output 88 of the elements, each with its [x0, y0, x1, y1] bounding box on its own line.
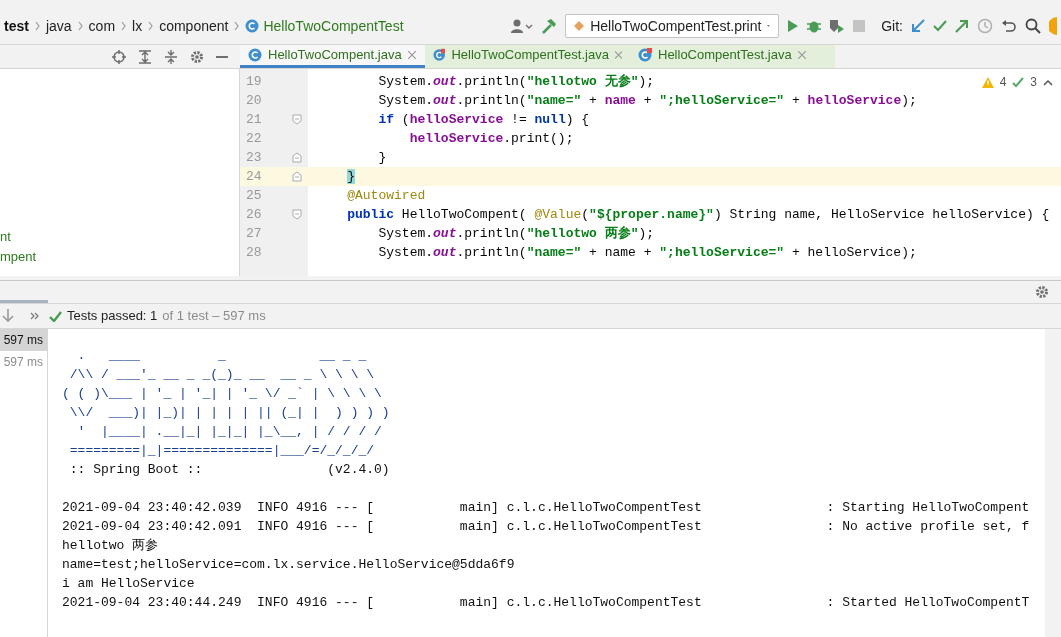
- editor-tab[interactable]: HelloTwoCompent.java: [240, 45, 425, 68]
- close-icon[interactable]: [614, 51, 622, 59]
- fold-icon[interactable]: [292, 152, 302, 163]
- tree-item[interactable]: nt: [0, 227, 239, 247]
- console-line: :: Spring Boot :: (v2.4.0): [68, 461, 391, 479]
- editor-tab[interactable]: HelloCompentTest.java: [630, 45, 835, 68]
- diamond-icon: [574, 21, 585, 31]
- double-chevron-icon[interactable]: [30, 312, 39, 320]
- code-line: @Autowired: [346, 186, 426, 205]
- update-arrow-icon[interactable]: [911, 19, 925, 33]
- chevron-icon: [148, 21, 154, 31]
- coverage-icon[interactable]: [829, 19, 846, 33]
- class-icon: [248, 48, 262, 62]
- line-number: 19: [246, 72, 262, 91]
- line-number: 27: [246, 224, 262, 243]
- line-number: 25: [246, 186, 262, 205]
- breadcrumb-item[interactable]: HelloTwoCompentTest: [263, 15, 404, 37]
- class-icon: [245, 19, 260, 33]
- debug-icon[interactable]: [807, 19, 822, 33]
- passed-check-icon: [49, 310, 62, 322]
- git-label: Git:: [881, 16, 903, 36]
- history-icon[interactable]: [977, 18, 993, 34]
- chevron-icon: [121, 21, 127, 31]
- line-number: 26: [246, 205, 262, 224]
- chevron-icon: [77, 21, 83, 31]
- console-line: i am HelloService: [62, 575, 196, 593]
- code-line: if (helloService != null) {: [377, 110, 590, 129]
- code-line: System.out.println("name=" + name + ";helloService=" + helloService);: [377, 91, 917, 110]
- breadcrumb-item[interactable]: lx: [132, 15, 143, 37]
- fold-icon[interactable]: [292, 209, 302, 220]
- chevron-up-icon[interactable]: [1043, 78, 1053, 86]
- weak-warning-count: 3: [1030, 74, 1037, 91]
- warning-icon: [981, 76, 994, 88]
- stop-icon[interactable]: [853, 20, 866, 32]
- class-icon: [638, 48, 652, 62]
- collapse-all-icon[interactable]: [164, 49, 178, 64]
- close-icon[interactable]: [407, 51, 416, 59]
- code-line: System.out.println("name=" + name + ";helloService=" + helloService);: [377, 243, 917, 262]
- ascii-banner-text: . ____ _ __ _ _ /\\ / ___'_ __ _ _(_)_ __ __ _ \ \ \ \ ( ( )\___ | '_ | '_| | '_ \/ _` | \ \ \ \ \\/ ___)| |_)| | | | | || (_| | ) ) ) ) ' |____| .__|_| |_|_| |_\__, | / / / / =========|_|==============|___/=/_/_/_/: [62, 347, 391, 460]
- code-line: helloService.print();: [408, 129, 574, 148]
- expand-all-icon[interactable]: [138, 49, 152, 64]
- push-arrow-icon[interactable]: [955, 19, 969, 33]
- settings-icon[interactable]: [190, 49, 204, 64]
- settings-icon[interactable]: [1035, 285, 1049, 299]
- line-number: 23: [246, 148, 262, 167]
- console-line: name=test;helloService=com.lx.service.HelloService@5dda6f9: [62, 556, 516, 574]
- tree-item[interactable]: mpent: [0, 247, 239, 267]
- down-arrow-icon[interactable]: [2, 309, 14, 323]
- test-status: Tests passed: 1: [67, 307, 158, 326]
- editor-tab[interactable]: HelloTwoCompentTest.java: [425, 45, 630, 68]
- console-line: hellotwo 两参: [62, 537, 160, 555]
- console-line: 2021-09-04 23:40:42.039 INFO 4916 --- [ main] c.l.c.HelloTwoCompentTest : Starting HelloTwoCompent: [62, 499, 1031, 517]
- breadcrumb-item[interactable]: com: [88, 15, 116, 37]
- commit-check-icon[interactable]: [933, 20, 947, 32]
- class-icon: [433, 48, 446, 62]
- breadcrumb-item[interactable]: component: [159, 15, 229, 37]
- line-number: 20: [246, 91, 262, 110]
- breadcrumb-item[interactable]: java: [45, 15, 72, 37]
- breadcrumb-item[interactable]: test: [4, 15, 29, 37]
- run-icon[interactable]: [787, 19, 800, 33]
- user-icon[interactable]: [511, 19, 534, 33]
- console-line: 2021-09-04 23:40:42.091 INFO 4916 --- [ main] c.l.c.HelloTwoCompentTest : No active profile set, f: [62, 518, 1031, 536]
- check-icon: [1012, 76, 1025, 88]
- code-line: System.out.println("hellotwo 无参");: [377, 72, 655, 91]
- line-number: 22: [246, 129, 262, 148]
- code-line: }: [377, 148, 387, 167]
- line-number: 28: [246, 243, 262, 262]
- run-configuration-dropdown[interactable]: HelloTwoCompentTest.print: [565, 14, 780, 38]
- test-tree-item[interactable]: 597 ms: [0, 329, 47, 351]
- warning-count: 4: [999, 74, 1007, 91]
- line-number: 21: [246, 110, 262, 129]
- hammer-icon[interactable]: [541, 18, 558, 34]
- test-summary: of 1 test – 597 ms: [162, 307, 266, 326]
- locate-icon[interactable]: [112, 49, 126, 64]
- chevron-icon: [34, 21, 40, 31]
- code-line: System.out.println("hellotwo 两参");: [377, 224, 655, 243]
- line-number: 24: [246, 167, 262, 186]
- hide-icon[interactable]: [216, 55, 228, 58]
- undo-icon[interactable]: [1001, 19, 1017, 33]
- update-icon[interactable]: [1049, 17, 1057, 35]
- fold-icon[interactable]: [292, 171, 302, 182]
- test-tree-item[interactable]: 597 ms: [0, 351, 47, 373]
- console-line: 2021-09-04 23:40:44.249 INFO 4916 --- [ main] c.l.c.HelloTwoCompentTest : Started HelloTwoCompentT: [62, 594, 1031, 612]
- close-icon[interactable]: [797, 51, 806, 59]
- chevron-icon: [234, 21, 240, 31]
- fold-icon[interactable]: [292, 114, 302, 125]
- search-icon[interactable]: [1025, 18, 1041, 34]
- code-line: public HelloTwoCompent( @Value("${proper.name}") String name, HelloService helloService) {: [346, 205, 1050, 224]
